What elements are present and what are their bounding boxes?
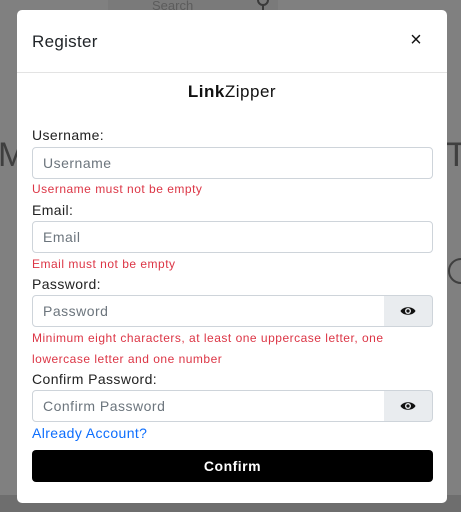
eye-icon — [400, 402, 416, 410]
eye-icon — [400, 307, 416, 315]
email-label: Email: — [32, 202, 74, 218]
background-heading-right: T — [446, 136, 461, 174]
confirm-button[interactable]: Confirm — [32, 450, 433, 482]
password-label: Password: — [32, 276, 101, 292]
username-label: Username: — [32, 127, 105, 143]
email-error: Email must not be empty — [32, 257, 176, 271]
close-icon: × — [410, 29, 422, 51]
close-button[interactable]: × — [407, 28, 425, 52]
confirm-password-label: Confirm Password: — [32, 371, 158, 387]
password-input[interactable] — [32, 295, 385, 327]
email-input[interactable] — [32, 221, 433, 253]
password-toggle-button[interactable] — [384, 295, 433, 327]
already-account-link[interactable]: Already Account? — [32, 425, 147, 441]
username-input[interactable] — [32, 147, 433, 179]
modal-header: Register × — [17, 10, 447, 73]
register-modal: Register × LinkZipper Username: Username… — [17, 10, 447, 503]
brand-logo: LinkZipper — [17, 82, 447, 102]
background-circle — [448, 258, 461, 284]
password-error: Minimum eight characters, at least one u… — [32, 331, 384, 366]
confirm-password-input[interactable] — [32, 390, 385, 422]
modal-title: Register — [32, 32, 98, 51]
username-error: Username must not be empty — [32, 182, 203, 196]
brand-bold: Link — [187, 82, 225, 101]
brand-rest: Zipper — [224, 82, 277, 101]
confirm-password-toggle-button[interactable] — [384, 390, 433, 422]
